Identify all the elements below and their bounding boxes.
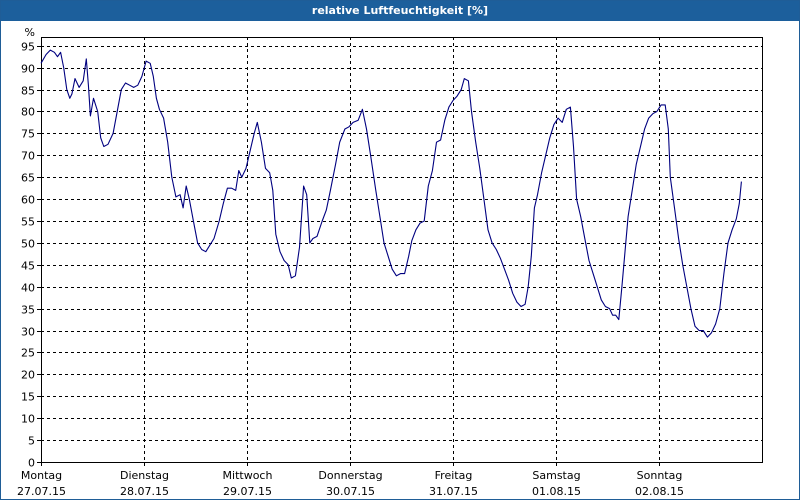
chart-window: relative Luftfeuchtigkeit [%] 0 5 10 15 20 25…: [0, 0, 800, 500]
y-tick-label: 45: [21, 260, 35, 273]
x-day-label: Dienstag: [120, 469, 169, 482]
grid: [41, 37, 762, 462]
y-tick-label: 85: [21, 85, 35, 98]
x-day-label: Samstag: [532, 469, 580, 482]
x-date-label: 02.08.15: [635, 485, 684, 498]
x-date-label: 29.07.15: [223, 485, 272, 498]
y-tick-label: 20: [21, 369, 35, 382]
y-tick-label: 70: [21, 150, 35, 163]
humidity-series-line: [40, 49, 742, 338]
x-day-label: Sonntag: [637, 469, 683, 482]
y-tick-label: 95: [21, 41, 35, 54]
x-day-label: Freitag: [435, 469, 473, 482]
x-date-label: 31.07.15: [429, 485, 478, 498]
y-tick-label: 0: [28, 457, 35, 470]
chart-title: relative Luftfeuchtigkeit [%]: [1, 1, 799, 21]
x-date-label: 27.07.15: [17, 485, 66, 498]
y-tick-label: 55: [21, 216, 35, 229]
y-tick-label: 5: [28, 435, 35, 448]
y-tick-label: 90: [21, 63, 35, 76]
y-tick-label: 35: [21, 304, 35, 317]
x-date-label: 01.08.15: [532, 485, 581, 498]
y-tick-label: 80: [21, 106, 35, 119]
y-tick-label: 15: [21, 391, 35, 404]
humidity-chart: 0 5 10 15 20 25 30 35 40 45 50 55 60 65 70 75 80 85 90 95% M…: [17, 26, 763, 498]
y-tick-label: 25: [21, 347, 35, 360]
y-tick-label: 75: [21, 128, 35, 141]
y-tick-label: 10: [21, 413, 35, 426]
x-date-label: 28.07.15: [120, 485, 169, 498]
x-day-label: Montag: [21, 469, 62, 482]
y-tick-label: 30: [21, 326, 35, 339]
axes: [37, 37, 763, 466]
x-day-label: Donnerstag: [318, 469, 382, 482]
x-date-label: 30.07.15: [326, 485, 375, 498]
y-tick-label: 50: [21, 238, 35, 251]
y-tick-label: 60: [21, 194, 35, 207]
series: [40, 49, 742, 338]
y-tick-label: 40: [21, 282, 35, 295]
x-day-label: Mittwoch: [223, 469, 273, 482]
y-axis-label: %: [25, 26, 35, 39]
plot-border: [41, 37, 763, 463]
y-tick-label: 65: [21, 172, 35, 185]
